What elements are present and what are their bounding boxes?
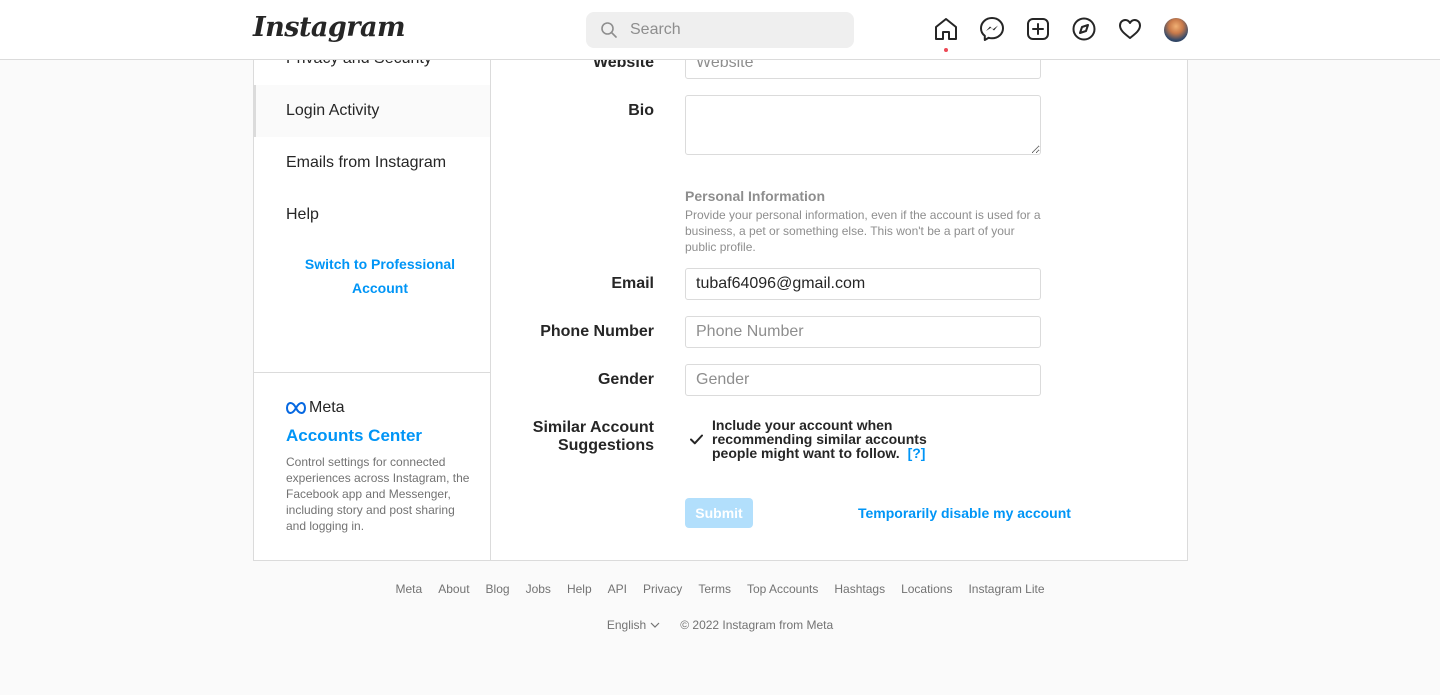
instagram-logo[interactable]: Instagram — [253, 12, 406, 43]
footer-link[interactable]: Privacy — [643, 582, 682, 596]
footer-link[interactable]: Locations — [901, 582, 952, 596]
footer-link[interactable]: Terms — [698, 582, 731, 596]
submit-button[interactable]: Submit — [685, 498, 753, 528]
language-selector[interactable]: English — [607, 618, 660, 632]
search-box[interactable] — [586, 12, 854, 48]
heart-icon[interactable] — [1117, 16, 1143, 42]
temporarily-disable-account-link[interactable]: Temporarily disable my account — [858, 505, 1071, 521]
avatar[interactable] — [1164, 18, 1188, 42]
bio-field[interactable] — [685, 95, 1041, 155]
footer-link[interactable]: Top Accounts — [747, 582, 818, 596]
footer-link[interactable]: Hashtags — [834, 582, 885, 596]
messenger-icon[interactable] — [979, 16, 1005, 42]
sidebar-item-emails-from-instagram[interactable]: Emails from Instagram — [254, 137, 490, 189]
personal-info-title: Personal Information — [685, 188, 826, 204]
copyright: © 2022 Instagram from Meta — [680, 618, 834, 632]
meta-logo: Meta — [286, 399, 345, 417]
bio-label: Bio — [628, 102, 654, 119]
sidebar-item-help[interactable]: Help — [254, 189, 490, 241]
footer-link[interactable]: Instagram Lite — [968, 582, 1044, 596]
search-icon — [601, 22, 617, 38]
checkmark-icon — [689, 434, 703, 444]
footer-link[interactable]: API — [608, 582, 627, 596]
divider — [254, 372, 490, 373]
footer-link[interactable]: About — [438, 582, 469, 596]
similar-suggestions-description: Include your account when recommending s… — [712, 417, 927, 461]
accounts-center-description: Control settings for connected experienc… — [286, 455, 470, 533]
home-icon[interactable] — [933, 16, 959, 42]
new-post-icon[interactable] — [1025, 16, 1051, 42]
chevron-down-icon — [650, 622, 660, 628]
settings-sidebar: Privacy and Security Login Activity Emai… — [254, 50, 491, 560]
compass-icon[interactable] — [1071, 16, 1097, 42]
footer-link[interactable]: Blog — [486, 582, 510, 596]
footer-link[interactable]: Help — [567, 582, 592, 596]
accounts-center-link[interactable]: Accounts Center — [286, 426, 422, 446]
switch-to-professional-link[interactable]: Switch to Professional Account — [286, 252, 474, 300]
footer-link[interactable]: Jobs — [526, 582, 551, 596]
email-label: Email — [611, 275, 654, 292]
phone-number-field[interactable] — [685, 316, 1041, 348]
footer-bottom: English © 2022 Instagram from Meta — [0, 618, 1440, 632]
similar-account-suggestions-label: Similar Account Suggestions — [532, 419, 654, 454]
personal-info-description: Provide your personal information, even … — [685, 208, 1041, 254]
gender-label: Gender — [597, 371, 654, 388]
gender-field[interactable] — [685, 364, 1041, 396]
sidebar-item-login-activity[interactable]: Login Activity — [254, 85, 490, 137]
meta-infinity-icon — [286, 402, 306, 414]
notification-dot — [944, 48, 948, 52]
similar-suggestions-text: Include your account when recommending s… — [712, 418, 942, 460]
footer-links: Meta About Blog Jobs Help API Privacy Te… — [0, 582, 1440, 596]
settings-card: Privacy and Security Login Activity Emai… — [253, 47, 1188, 561]
similar-suggestions-checkbox[interactable] — [689, 432, 703, 446]
help-link[interactable]: [?] — [908, 445, 926, 461]
top-navigation-bar: Instagram — [0, 0, 1440, 60]
footer-link[interactable]: Meta — [396, 582, 423, 596]
search-input[interactable] — [630, 12, 840, 48]
email-field[interactable] — [685, 268, 1041, 300]
language-label: English — [606, 618, 647, 632]
meta-label: Meta — [309, 399, 345, 416]
phone-number-label: Phone Number — [540, 323, 654, 340]
